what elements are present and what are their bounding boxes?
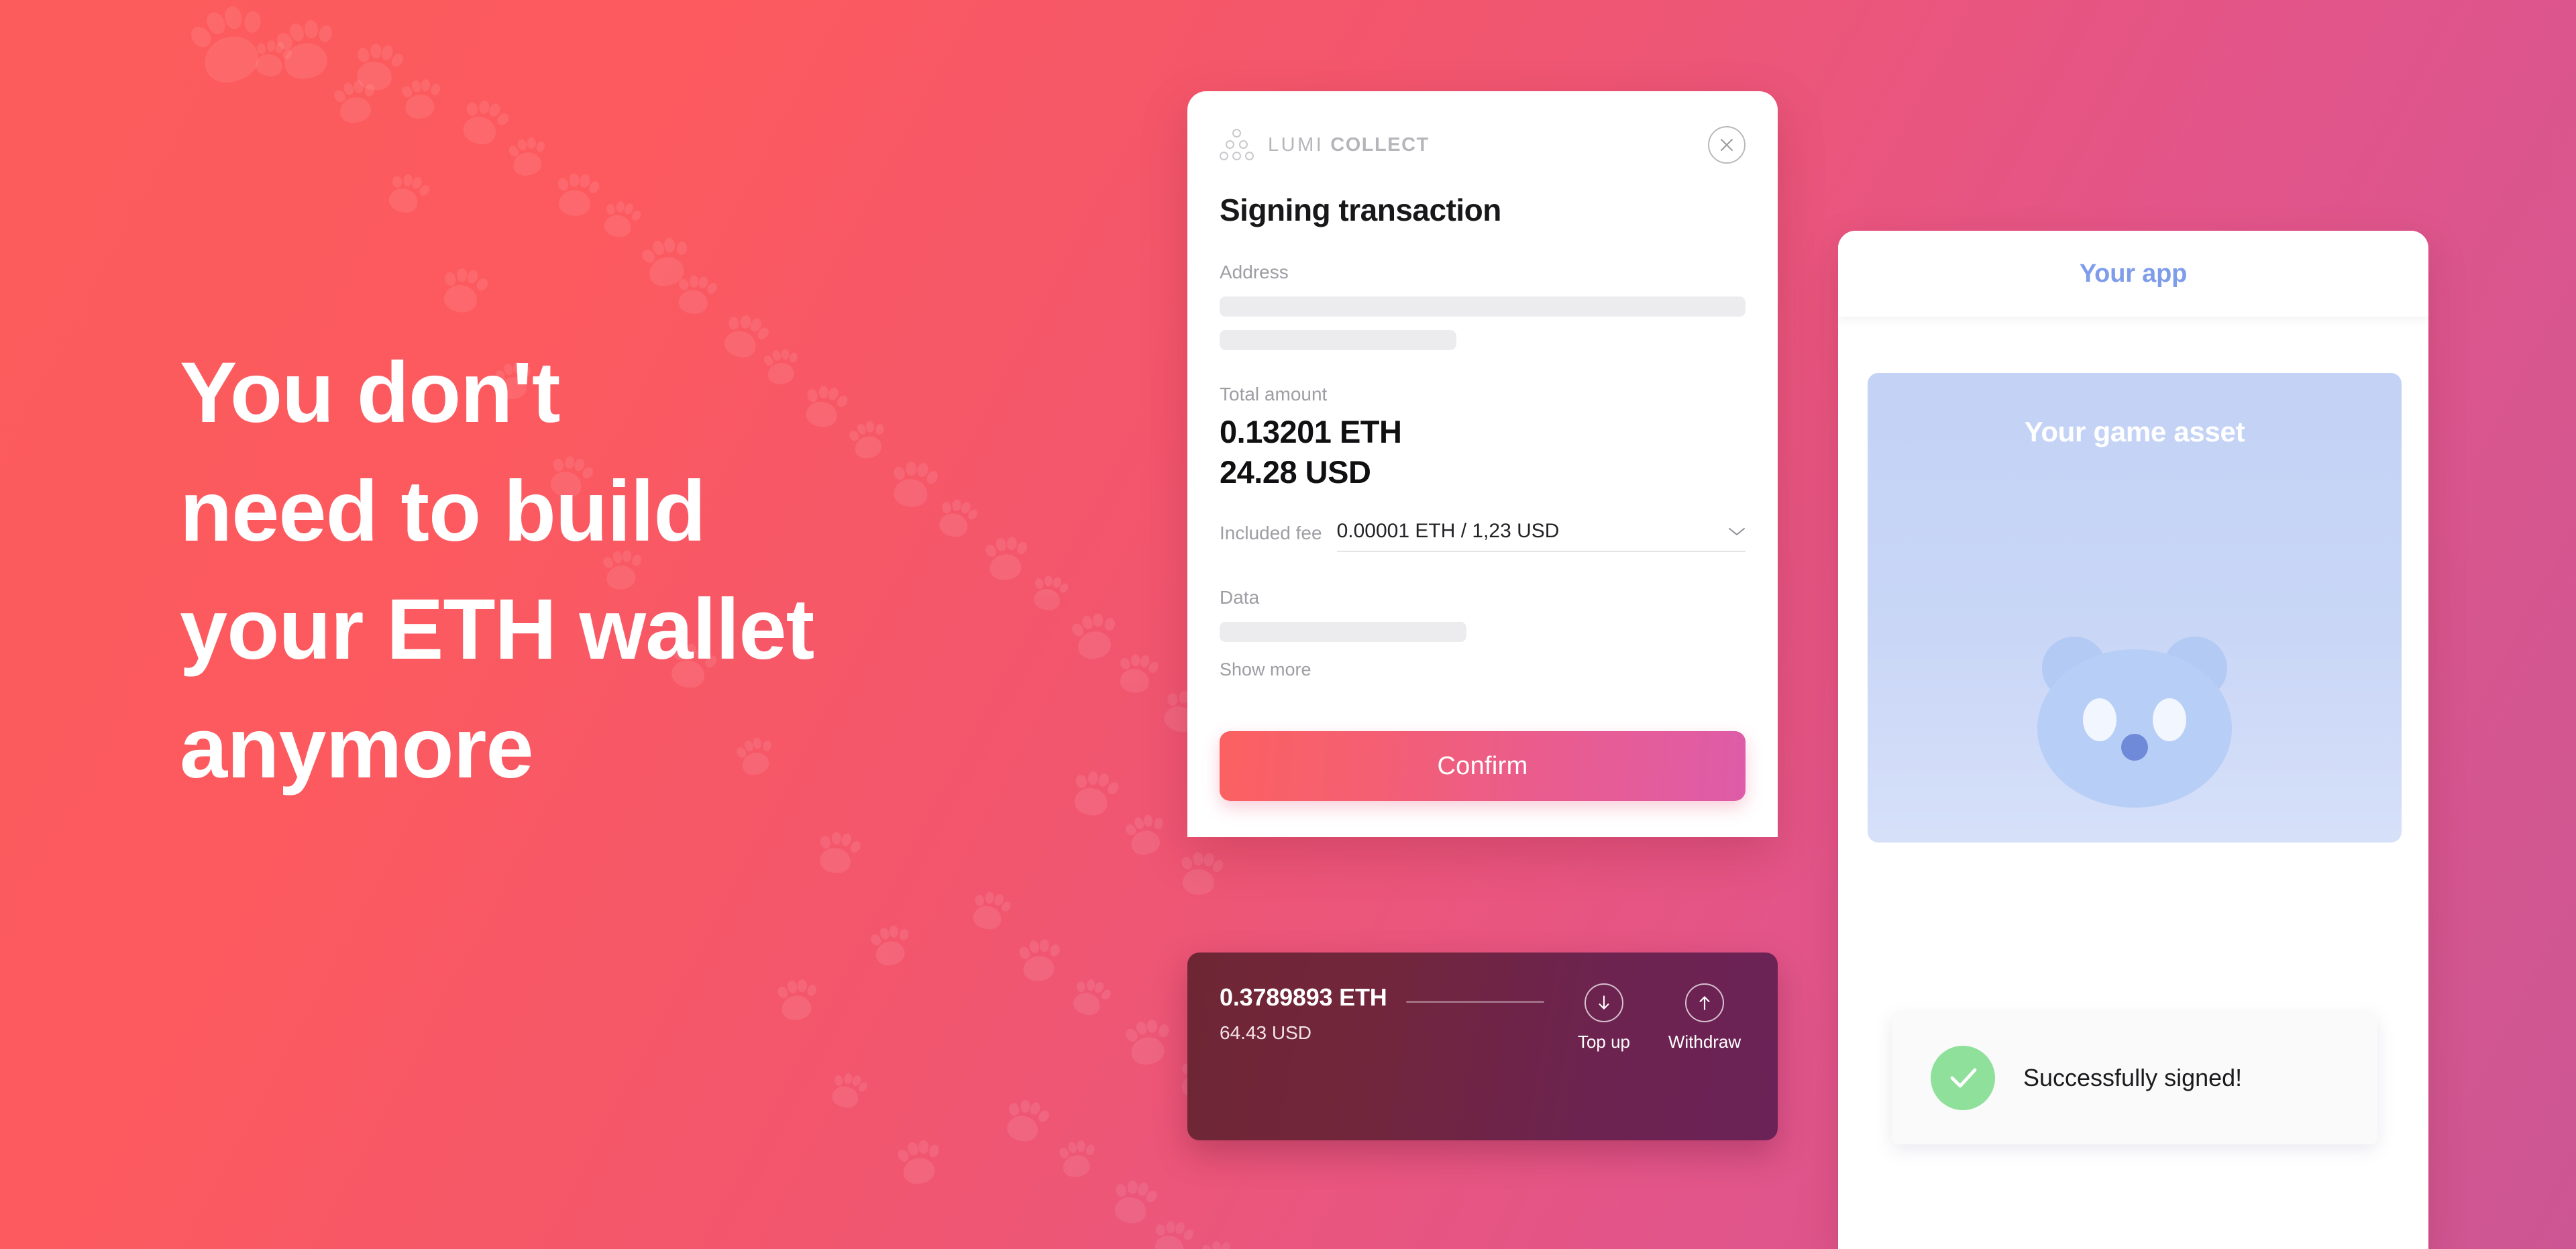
total-amount-label: Total amount (1220, 384, 1328, 404)
address-label: Address (1220, 262, 1289, 282)
confirm-button-area: Confirm (1187, 680, 1778, 837)
signing-transaction-modal: LUMI COLLECT Signing transaction Address… (1187, 91, 1778, 838)
success-toast-message: Successfully signed! (2023, 1064, 2243, 1091)
withdraw-button[interactable]: Withdraw (1664, 983, 1746, 1052)
headline-line-2: need to build (180, 463, 706, 559)
brand-name: LUMI COLLECT (1268, 134, 1430, 156)
included-fee-value: 0.00001 ETH / 1,23 USD (1336, 520, 1560, 543)
phone-header: Your app (1838, 231, 2428, 317)
top-up-button[interactable]: Top up (1563, 983, 1645, 1052)
success-toast: Successfully signed! (1892, 1012, 2377, 1144)
brand-name-bold: COLLECT (1330, 133, 1430, 156)
brand-name-light: LUMI (1268, 133, 1324, 156)
your-app-phone-panel: Your app Your game asset Successfully si… (1838, 231, 2428, 1249)
headline-line-1: You don't (180, 345, 560, 441)
wallet-balance-bar: 0.3789893 ETH 64.43 USD Top up Withdraw (1187, 953, 1778, 1140)
data-value-placeholder-bar (1220, 622, 1467, 643)
headline-line-3: your ETH wallet (180, 582, 814, 678)
address-field-group: Address (1220, 262, 1746, 350)
data-field-group: Data Show more (1220, 587, 1746, 680)
check-circle-icon (1931, 1046, 1995, 1110)
wallet-divider (1405, 1001, 1544, 1003)
lumi-dots-icon (1220, 129, 1254, 161)
top-up-label: Top up (1577, 1032, 1631, 1052)
wallet-balance-group: 0.3789893 ETH 64.43 USD (1220, 983, 1387, 1044)
game-asset-title: Your game asset (2024, 416, 2245, 447)
page-title: Signing transaction (1220, 193, 1501, 227)
wallet-balance-eth: 0.3789893 ETH (1220, 983, 1387, 1011)
included-fee-select[interactable]: 0.00001 ETH / 1,23 USD (1336, 520, 1746, 553)
address-value-placeholder-bar (1220, 296, 1746, 317)
total-amount-usd: 24.28 USD (1220, 453, 1371, 490)
bear-face-icon (2037, 637, 2232, 808)
headline-line-4: anymore (180, 700, 534, 796)
chevron-down-icon (1729, 527, 1745, 535)
withdraw-label: Withdraw (1668, 1032, 1741, 1052)
show-more-link[interactable]: Show more (1220, 659, 1311, 680)
confirm-button[interactable]: Confirm (1220, 731, 1746, 802)
address-value-placeholder-bar-short (1220, 330, 1456, 350)
arrow-up-circle-icon (1685, 983, 1724, 1022)
arrow-down-circle-icon (1585, 983, 1623, 1022)
brand-logo: LUMI COLLECT (1220, 129, 1430, 161)
close-icon[interactable] (1708, 126, 1746, 164)
game-asset-card: Your game asset (1868, 373, 2402, 843)
modal-header: LUMI COLLECT (1220, 126, 1746, 164)
total-amount-group: Total amount 0.13201 ETH 24.28 USD (1220, 384, 1746, 492)
total-amount-eth: 0.13201 ETH (1220, 414, 1402, 449)
modal-body: LUMI COLLECT Signing transaction Address… (1187, 91, 1778, 680)
included-fee-row: Included fee 0.00001 ETH / 1,23 USD (1220, 520, 1746, 553)
wallet-balance-usd: 64.43 USD (1220, 1022, 1311, 1043)
phone-title: Your app (2079, 259, 2188, 288)
included-fee-label: Included fee (1220, 523, 1322, 544)
hero-headline: You don't need to build your ETH wallet … (180, 334, 1186, 808)
data-label: Data (1220, 587, 1260, 608)
